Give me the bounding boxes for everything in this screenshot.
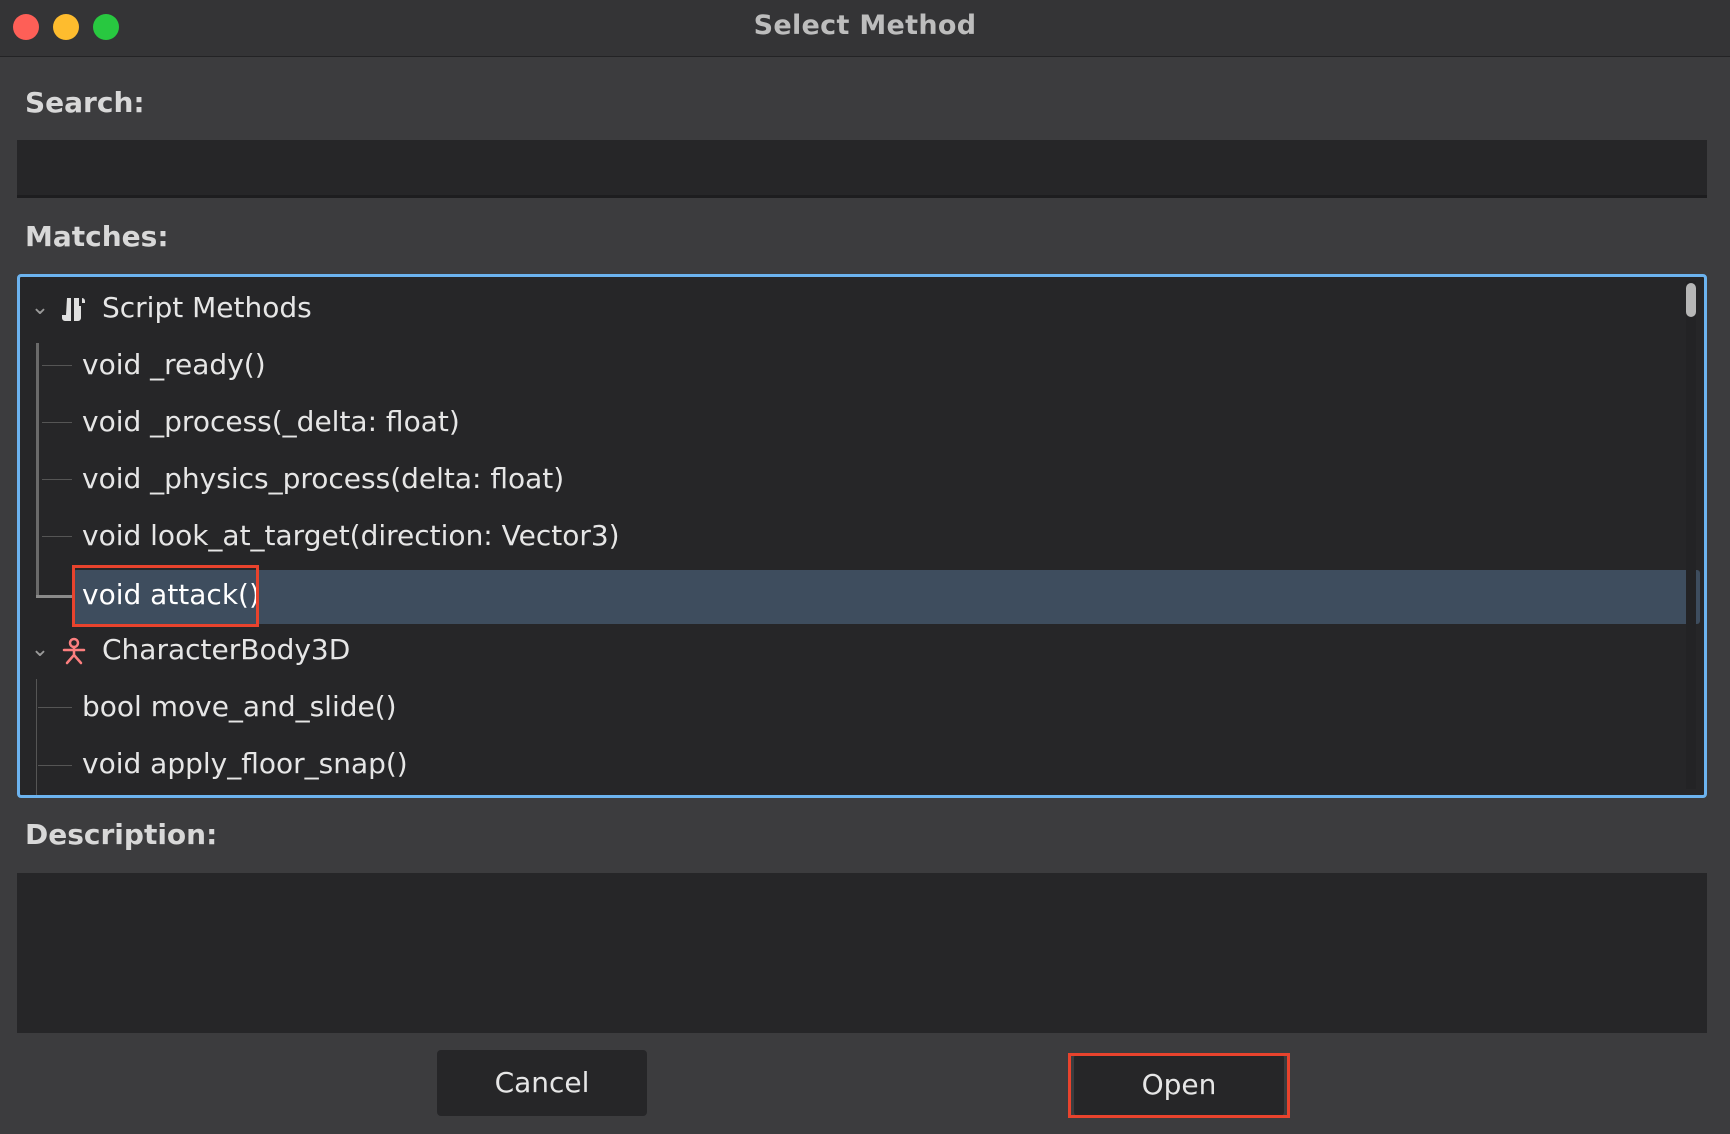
chevron-down-icon[interactable]: ⌄ [28,280,52,336]
tree-item-method[interactable]: void _physics_process(delta: float) [20,451,1620,507]
title-bar[interactable]: Select Method [0,0,1730,57]
select-method-dialog: Select Method Search: Matches: ⌄ Script … [0,0,1730,1134]
description-box [17,873,1707,1033]
matches-tree[interactable]: ⌄ Script Methods void _ready() void _pro… [17,274,1707,798]
matches-label: Matches: [25,220,169,253]
character-body-3d-icon [62,637,86,665]
cancel-button[interactable]: Cancel [437,1050,647,1116]
tree-item-method-selected[interactable]: void attack() [20,567,1620,623]
description-label: Description: [25,818,218,851]
tree-item-method[interactable]: void _ready() [20,337,1620,393]
tree-group-label: CharacterBody3D [102,633,351,666]
tree-group-characterbody3d[interactable]: ⌄ CharacterBody3D [20,622,1620,678]
search-label: Search: [25,86,145,119]
tree-item-method[interactable]: void apply_floor_snap() [20,736,1620,792]
window-title: Select Method [753,10,977,41]
scrollbar-thumb[interactable] [1686,283,1696,317]
tree-item-method[interactable]: void _process(_delta: float) [20,394,1620,450]
tree-group-script-methods[interactable]: ⌄ Script Methods [20,280,1620,336]
tree-item-method[interactable]: void look_at_target(direction: Vector3) [20,508,1620,564]
search-input[interactable] [17,140,1707,198]
tree-scrollbar[interactable] [1686,281,1696,789]
open-button[interactable]: Open [1074,1054,1284,1116]
tree-group-label: Script Methods [102,291,312,324]
script-icon [62,298,85,321]
tree-item-method[interactable]: bool move_and_slide() [20,679,1620,735]
chevron-down-icon[interactable]: ⌄ [28,622,52,678]
